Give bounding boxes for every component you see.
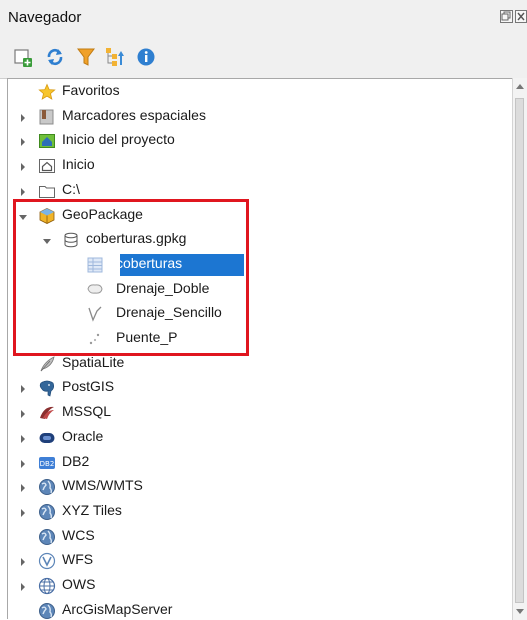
info-icon[interactable] xyxy=(135,46,157,68)
tree-item-label: C:\ xyxy=(62,180,80,197)
star-icon xyxy=(38,83,56,101)
tree-item-label: OWS xyxy=(62,576,96,592)
scroll-up-arrow[interactable] xyxy=(516,84,524,89)
oracle-icon xyxy=(38,429,56,447)
home-folder-icon xyxy=(38,157,56,175)
tree-item-oracle[interactable]: Oracle xyxy=(8,426,508,450)
line-icon xyxy=(86,305,104,323)
globe-icon xyxy=(38,602,56,619)
globe-outline-icon xyxy=(38,577,56,595)
tree-item-coberturas[interactable]: coberturas xyxy=(8,253,508,277)
expand-arrow-right-icon[interactable] xyxy=(18,185,28,197)
expand-arrow-right-icon[interactable] xyxy=(18,506,28,518)
panel-titlebar: Navegador xyxy=(0,0,527,39)
feather-icon xyxy=(38,355,56,373)
tree-item-label: GeoPackage xyxy=(62,205,143,222)
globe-icon xyxy=(38,528,56,546)
tree-item-label: Inicio del proyecto xyxy=(62,131,175,148)
expand-arrow-right-icon[interactable] xyxy=(18,481,28,493)
polygon-icon xyxy=(86,281,104,299)
scrollbar-thumb[interactable] xyxy=(515,98,524,603)
project-home-icon xyxy=(38,132,56,150)
tree-item-wms-wmts[interactable]: WMS/WMTS xyxy=(8,475,508,499)
tree-item-label: ArcGisMapServer xyxy=(62,600,173,617)
tree-item-label: MSSQL xyxy=(62,403,112,420)
expand-arrow-right-icon[interactable] xyxy=(18,111,28,123)
add-layer-icon[interactable] xyxy=(12,46,34,68)
svg-text:DB2: DB2 xyxy=(40,460,55,468)
expand-arrow-down-icon[interactable] xyxy=(18,210,28,222)
tree-item-wfs[interactable]: WFS xyxy=(8,549,508,573)
tree-item-coberturas-gpkg[interactable]: coberturas.gpkg xyxy=(8,228,508,252)
expand-arrow-right-icon[interactable] xyxy=(18,135,28,147)
tree-item-label: Favoritos xyxy=(62,82,120,98)
tree-item-label: Inicio xyxy=(62,156,95,173)
refresh-icon[interactable] xyxy=(44,46,66,68)
point-icon xyxy=(86,330,104,348)
expand-arrow-right-icon[interactable] xyxy=(18,580,28,592)
tree-item-inicio-del-proyecto[interactable]: Inicio del proyecto xyxy=(8,129,508,153)
tree-item-label: WMS/WMTS xyxy=(62,477,143,494)
collapse-icon[interactable] xyxy=(104,46,126,68)
db2-icon: DB2 xyxy=(38,454,56,472)
tree-item-inicio[interactable]: Inicio xyxy=(8,154,508,178)
bookmark-icon xyxy=(38,108,56,126)
tree-item-label: Drenaje_Sencillo xyxy=(116,304,222,321)
tree-item-label: WCS xyxy=(62,526,95,543)
tree-item-label: DB2 xyxy=(62,452,90,469)
tree-item-label: Puente_P xyxy=(116,329,178,345)
tree-item-arcgismapserver[interactable]: ArcGisMapServer xyxy=(8,599,508,619)
drive-folder-icon xyxy=(38,182,56,200)
tree-item-label: XYZ Tiles xyxy=(62,501,122,518)
expand-arrow-right-icon[interactable] xyxy=(18,457,28,469)
tree-item-label: Drenaje_Doble xyxy=(116,279,210,296)
mssql-icon xyxy=(38,404,56,422)
tree-item-postgis[interactable]: PostGIS xyxy=(8,376,508,400)
tree-item-label: SpatiaLite xyxy=(62,353,125,370)
tree-item-label: coberturas xyxy=(116,254,183,271)
browser-tree: Favoritos Marcadores espaciales Inicio del… xyxy=(7,78,515,619)
tree-item-drenaje-sencillo[interactable]: Drenaje_Sencillo xyxy=(8,302,508,326)
expand-arrow-right-icon[interactable] xyxy=(18,407,28,419)
close-icon[interactable] xyxy=(515,10,527,23)
expand-arrow-right-icon[interactable] xyxy=(18,160,28,172)
tree-item-wcs[interactable]: WCS xyxy=(8,525,508,549)
tree-item-drenaje-doble[interactable]: Drenaje_Doble xyxy=(8,278,508,302)
tree-item-spatialite[interactable]: SpatiaLite xyxy=(8,352,508,376)
geopackage-icon xyxy=(38,207,56,225)
expand-arrow-right-icon[interactable] xyxy=(18,555,28,567)
tree-item-label: WFS xyxy=(62,551,94,568)
browser-toolbar xyxy=(0,38,527,79)
globe-icon xyxy=(38,503,56,521)
globe-icon xyxy=(38,478,56,496)
tree-item-xyz-tiles[interactable]: XYZ Tiles xyxy=(8,500,508,524)
tree-item-c[interactable]: C:\ xyxy=(8,179,508,203)
tree-item-mssql[interactable]: MSSQL xyxy=(8,401,508,425)
panel-title: Navegador xyxy=(8,9,82,26)
filter-icon[interactable] xyxy=(75,46,97,68)
elephant-icon xyxy=(38,379,56,397)
globe-v-icon xyxy=(38,552,56,570)
scroll-down-arrow[interactable] xyxy=(516,609,524,614)
tree-item-label: coberturas.gpkg xyxy=(86,230,187,247)
browser-panel: Navegador Favoritos Marcadores espaciale… xyxy=(0,0,527,620)
tree-item-label: PostGIS xyxy=(62,378,115,395)
tree-item-label: Marcadores espaciales xyxy=(62,106,206,123)
float-icon[interactable] xyxy=(500,10,513,23)
vertical-scrollbar[interactable] xyxy=(512,78,527,620)
tree-item-marcadores-espaciales[interactable]: Marcadores espaciales xyxy=(8,105,508,129)
tree-item-label: Oracle xyxy=(62,427,104,444)
database-icon xyxy=(62,231,80,249)
table-icon xyxy=(86,256,104,274)
tree-item-db2[interactable]: DB2 DB2 xyxy=(8,451,508,475)
tree-item-favoritos[interactable]: Favoritos xyxy=(8,80,508,104)
tree-item-puente-p[interactable]: Puente_P xyxy=(8,327,508,351)
expand-arrow-right-icon[interactable] xyxy=(18,432,28,444)
tree-item-geopackage[interactable]: GeoPackage xyxy=(8,204,508,228)
tree-item-ows[interactable]: OWS xyxy=(8,574,508,598)
expand-arrow-right-icon[interactable] xyxy=(18,382,28,394)
expand-arrow-down-icon[interactable] xyxy=(42,234,52,246)
